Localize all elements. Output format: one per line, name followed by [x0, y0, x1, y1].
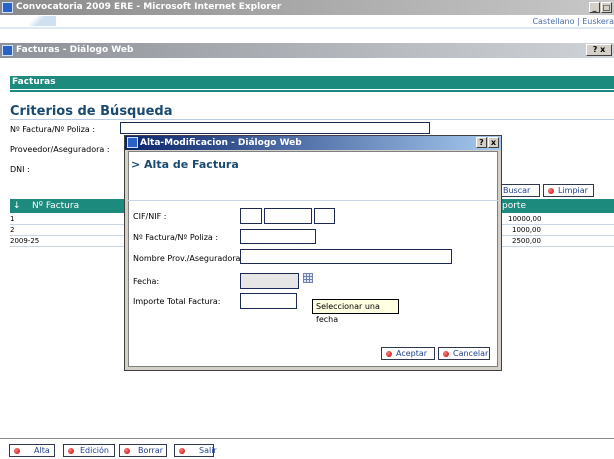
section-header: Facturas [10, 76, 614, 89]
maximize-button[interactable]: □ [601, 2, 612, 13]
cancelar-button[interactable]: Cancelar [438, 347, 490, 360]
red-dot-icon [548, 188, 554, 194]
row-factura: 1 [10, 215, 15, 223]
red-dot-icon [124, 448, 130, 454]
search-title: Criterios de Búsqueda [10, 104, 173, 119]
language-links[interactable]: Castellano | Euskera [532, 17, 614, 26]
salir-button[interactable]: Salir [174, 444, 217, 457]
red-dot-icon [179, 448, 185, 454]
search-dni-label: DNI : [10, 165, 30, 174]
cif-letter-input[interactable] [314, 208, 335, 224]
modal-title: Alta-Modificacion - Diálogo Web [140, 138, 302, 148]
modal-icon [127, 137, 138, 148]
modal-separator [128, 200, 498, 201]
modal-factura-input[interactable] [240, 229, 316, 244]
nombre-label: Nombre Prov./Aseguradora : [133, 254, 246, 263]
cif-label: CIF/NIF : [133, 212, 167, 221]
row-importe: 1000,00 [512, 226, 541, 234]
header-swoosh [16, 16, 56, 26]
row-importe: 10000,00 [508, 215, 542, 223]
section-header-border [10, 90, 614, 92]
red-dot-icon [68, 448, 74, 454]
buscar-label: Buscar [503, 186, 531, 195]
row-factura: 2009-25 [10, 237, 40, 245]
minimize-button[interactable]: _ [589, 2, 600, 13]
calendar-icon[interactable] [303, 273, 313, 283]
facturas-help-close[interactable]: ? x [586, 44, 612, 56]
facturas-dialog-title-bar: Facturas - Diálogo Web [0, 43, 614, 58]
bottom-separator [0, 438, 614, 439]
col-factura-header[interactable]: Nº Factura [32, 199, 79, 213]
nombre-input[interactable] [240, 249, 452, 264]
col-importe-header[interactable]: porte [502, 199, 526, 213]
borrar-label: Borrar [138, 446, 164, 455]
ie-logo-icon [2, 2, 13, 13]
importe-label: Importe Total Factura: [133, 297, 221, 306]
red-dot-icon [443, 351, 449, 357]
alta-label: Alta [34, 446, 50, 455]
sort-arrow-icon[interactable]: ↓ [13, 199, 21, 213]
cif-number-input[interactable] [264, 208, 312, 224]
modal-heading: > Alta de Factura [131, 158, 239, 171]
row-importe: 2500,00 [512, 237, 541, 245]
aceptar-button[interactable]: Aceptar [381, 347, 435, 360]
close-button[interactable]: x [600, 45, 605, 54]
facturas-dialog-title: Facturas - Diálogo Web [16, 45, 134, 55]
header-strip [0, 27, 614, 29]
salir-label: Salir [199, 446, 217, 455]
modal-close-button[interactable]: x [488, 137, 499, 148]
ie-window-title: Convocatoria 2009 ERE - Microsoft Intern… [16, 2, 282, 12]
tooltip: Seleccionar una fecha [312, 299, 399, 324]
modal-title-bar: Alta-Modificacion - Diálogo Web ? x [125, 136, 501, 150]
limpiar-button[interactable]: Limpiar [543, 184, 594, 197]
search-factura-input[interactable] [120, 122, 430, 134]
search-title-underline [10, 119, 614, 120]
red-dot-icon [386, 351, 392, 357]
modal-factura-label: Nº Factura/Nº Poliza : [133, 233, 219, 242]
ie-title-bar: Convocatoria 2009 ERE - Microsoft Intern… [0, 0, 614, 15]
edicion-button[interactable]: Edición [63, 444, 115, 457]
modal-help-button[interactable]: ? [476, 137, 487, 148]
dialog-icon [2, 45, 13, 56]
alta-button[interactable]: Alta [9, 444, 55, 457]
limpiar-label: Limpiar [558, 186, 588, 195]
search-proveedor-label: Proveedor/Aseguradora : [10, 145, 110, 154]
help-button[interactable]: ? [593, 45, 598, 54]
search-factura-label: Nº Factura/Nº Poliza : [10, 125, 96, 134]
cif-prefix-input[interactable] [240, 208, 262, 224]
importe-input[interactable] [240, 293, 297, 309]
borrar-button[interactable]: Borrar [119, 444, 167, 457]
aceptar-label: Aceptar [396, 349, 428, 358]
cancelar-label: Cancelar [453, 349, 489, 358]
fecha-input[interactable] [240, 273, 299, 289]
fecha-label: Fecha: [133, 277, 160, 286]
red-dot-icon [14, 448, 20, 454]
row-factura: 2 [10, 226, 15, 234]
edicion-label: Edición [80, 446, 109, 455]
